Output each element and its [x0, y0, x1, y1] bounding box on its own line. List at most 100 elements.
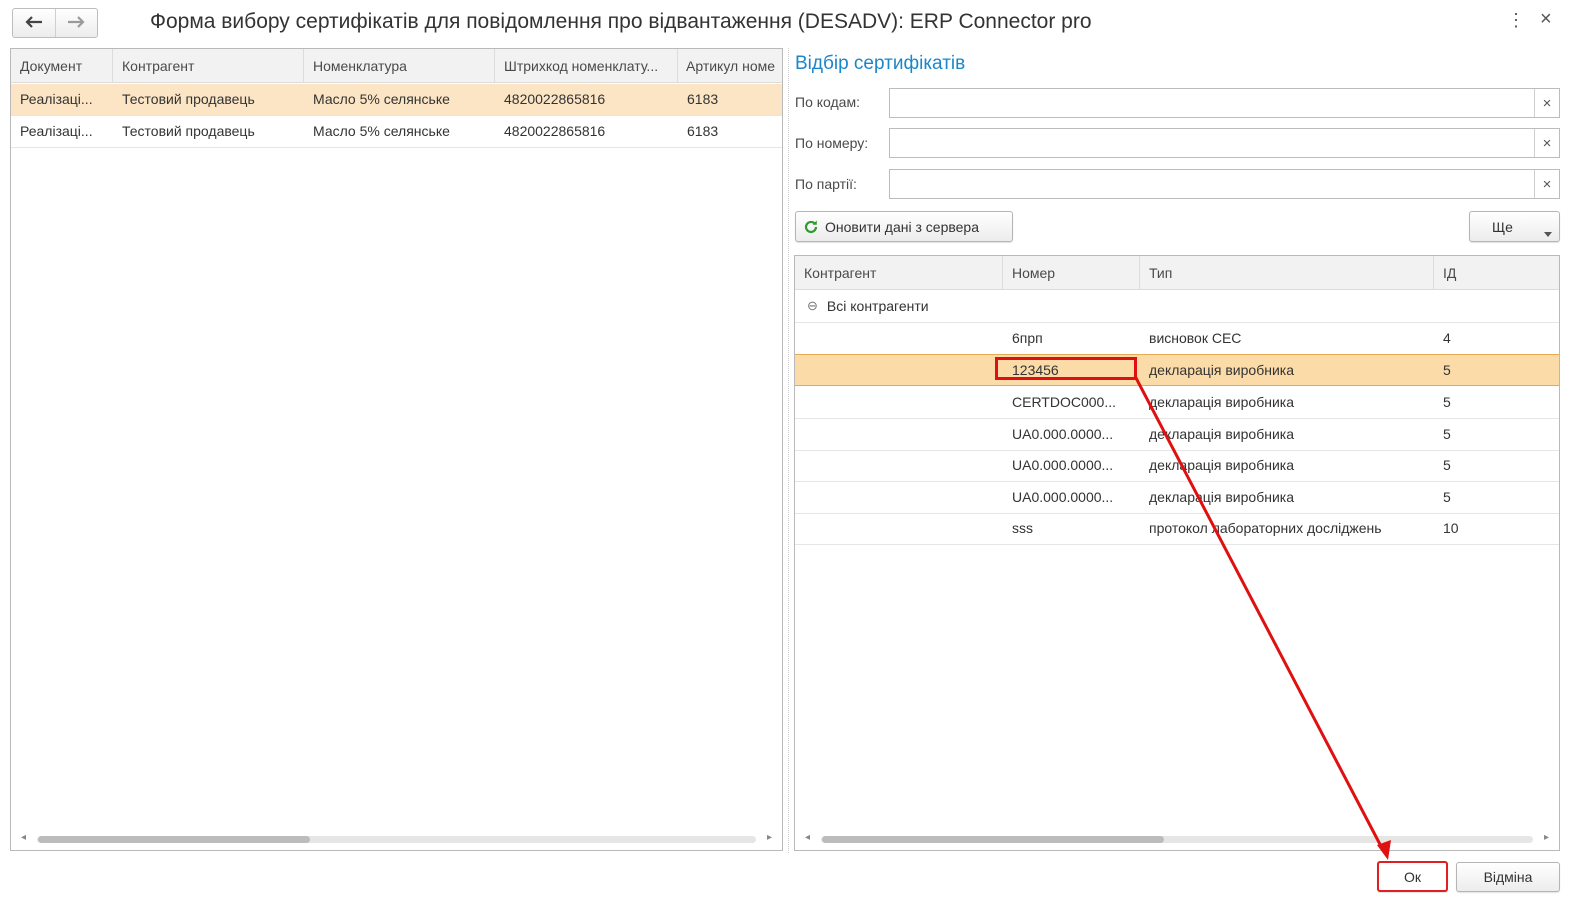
cell-type: висновок СЕС: [1149, 330, 1242, 346]
cell-number: sss: [1012, 520, 1033, 536]
navigation-buttons: [12, 8, 98, 38]
table-row[interactable]: Реалізаці... Тестовий продавець Масло 5%…: [11, 84, 782, 116]
clear-icon[interactable]: ×: [1534, 170, 1559, 198]
cell-number: CERTDOC000...: [1012, 394, 1116, 410]
cell-counterparty: Тестовий продавець: [122, 91, 255, 107]
group-row[interactable]: ⊖ Всі контрагенти: [795, 291, 1559, 323]
cell-type: декларація виробника: [1149, 457, 1294, 473]
scroll-left-icon[interactable]: ◂: [21, 832, 26, 843]
arrow-right-icon: [67, 15, 85, 31]
window-title: Форма вибору сертифікатів для повідомлен…: [150, 10, 1092, 33]
table-row[interactable]: UA0.000.0000... декларація виробника 5: [795, 450, 1559, 482]
table-row-selected[interactable]: 123456 декларація виробника 5: [795, 354, 1559, 386]
cell-id: 10: [1443, 520, 1459, 536]
ok-button[interactable]: Ок: [1377, 861, 1448, 892]
cell-number: UA0.000.0000...: [1012, 457, 1114, 473]
section-title: Відбір сертифікатів: [795, 53, 966, 74]
highlight-box: [995, 357, 1137, 380]
refresh-icon: [803, 219, 819, 235]
table-row[interactable]: Реалізаці... Тестовий продавець Масло 5%…: [11, 116, 782, 148]
cell-counterparty: Тестовий продавець: [122, 123, 255, 139]
group-label: Всі контрагенти: [826, 298, 929, 314]
table-row[interactable]: UA0.000.0000... декларація виробника 5: [795, 482, 1559, 514]
column-header-type[interactable]: Тип: [1140, 256, 1434, 289]
cell-article: 6183: [687, 91, 719, 107]
clear-icon[interactable]: ×: [1534, 129, 1559, 157]
cell-barcode: 4820022865816: [504, 123, 606, 139]
cancel-button[interactable]: Відміна: [1456, 862, 1560, 892]
collapse-icon[interactable]: ⊖: [795, 291, 827, 322]
close-icon[interactable]: ×: [1540, 8, 1552, 31]
column-header-counterparty[interactable]: Контрагент: [795, 256, 1003, 289]
certificates-table-header: Контрагент Номер Тип ІД: [795, 256, 1559, 290]
cell-id: 5: [1443, 489, 1451, 505]
scroll-right-icon[interactable]: ▸: [1544, 832, 1549, 843]
cell-id: 5: [1443, 394, 1451, 410]
horizontal-scrollbar[interactable]: ◂ ▸: [795, 828, 1559, 850]
cell-nomenclature: Масло 5% селянське: [313, 123, 450, 139]
caret-down-icon: [1544, 224, 1552, 240]
more-vertical-icon[interactable]: ⋮: [1507, 10, 1525, 31]
column-header-article[interactable]: Артикул номе: [678, 49, 782, 82]
forward-button[interactable]: [54, 9, 98, 37]
column-header-document[interactable]: Документ: [11, 49, 113, 82]
cell-counterparty: [795, 355, 1003, 385]
table-row[interactable]: sss протокол лабораторних досліджень 10: [795, 513, 1559, 545]
arrow-left-icon: [25, 15, 43, 31]
cell-number: 6прп: [1012, 330, 1043, 346]
cell-type: протокол лабораторних досліджень: [1149, 520, 1382, 536]
horizontal-scrollbar[interactable]: ◂ ▸: [11, 828, 782, 850]
cell-counterparty: [795, 419, 1003, 450]
column-header-number[interactable]: Номер: [1003, 256, 1140, 289]
scroll-thumb[interactable]: [38, 836, 310, 843]
cell-document: Реалізаці...: [20, 91, 93, 107]
table-row[interactable]: CERTDOC000... декларація виробника 5: [795, 387, 1559, 419]
cell-id: 5: [1443, 457, 1451, 473]
cell-type: декларація виробника: [1149, 362, 1294, 378]
table-row[interactable]: UA0.000.0000... декларація виробника 5: [795, 419, 1559, 451]
cell-document: Реалізаці...: [20, 123, 93, 139]
refresh-button-label: Оновити дані з сервера: [825, 218, 979, 235]
cell-barcode: 4820022865816: [504, 91, 606, 107]
refresh-button[interactable]: Оновити дані з сервера: [795, 211, 1013, 242]
cell-id: 5: [1443, 426, 1451, 442]
by-codes-field[interactable]: ×: [889, 88, 1560, 118]
cell-type: декларація виробника: [1149, 394, 1294, 410]
back-button[interactable]: [13, 9, 55, 37]
scroll-right-icon[interactable]: ▸: [767, 832, 772, 843]
cell-number: UA0.000.0000...: [1012, 426, 1114, 442]
cell-id: 4: [1443, 330, 1451, 346]
documents-table: Документ Контрагент Номенклатура Штрихко…: [10, 48, 783, 851]
cell-article: 6183: [687, 123, 719, 139]
documents-table-header: Документ Контрагент Номенклатура Штрихко…: [11, 49, 782, 83]
cell-type: декларація виробника: [1149, 489, 1294, 505]
certificates-table: Контрагент Номер Тип ІД ⊖ Всі контрагент…: [794, 255, 1560, 851]
column-header-id[interactable]: ІД: [1434, 256, 1559, 289]
cell-id: 5: [1443, 362, 1451, 378]
more-button[interactable]: Ще: [1469, 211, 1560, 242]
by-batch-label: По партії:: [795, 176, 857, 192]
column-header-barcode[interactable]: Штрихкод номенклату...: [495, 49, 678, 82]
cancel-button-label: Відміна: [1483, 869, 1533, 885]
cell-counterparty: [795, 323, 1003, 354]
by-codes-label: По кодам:: [795, 94, 860, 110]
by-batch-field[interactable]: ×: [889, 169, 1560, 199]
cell-counterparty: [795, 482, 1003, 513]
scroll-left-icon[interactable]: ◂: [805, 832, 810, 843]
cell-counterparty: [795, 387, 1003, 418]
panel-splitter[interactable]: [788, 48, 789, 853]
cell-type: декларація виробника: [1149, 426, 1294, 442]
scroll-thumb[interactable]: [822, 836, 1164, 843]
more-button-label: Ще: [1492, 218, 1513, 235]
column-header-nomenclature[interactable]: Номенклатура: [304, 49, 495, 82]
clear-icon[interactable]: ×: [1534, 89, 1559, 117]
ok-button-label: Ок: [1403, 868, 1421, 885]
table-row[interactable]: 6прп висновок СЕС 4: [795, 323, 1559, 355]
cell-counterparty: [795, 513, 1003, 544]
cell-nomenclature: Масло 5% селянське: [313, 91, 450, 107]
cell-number: UA0.000.0000...: [1012, 489, 1114, 505]
column-header-counterparty[interactable]: Контрагент: [113, 49, 304, 82]
by-number-field[interactable]: ×: [889, 128, 1560, 158]
by-number-label: По номеру:: [795, 135, 869, 151]
cell-counterparty: [795, 450, 1003, 481]
